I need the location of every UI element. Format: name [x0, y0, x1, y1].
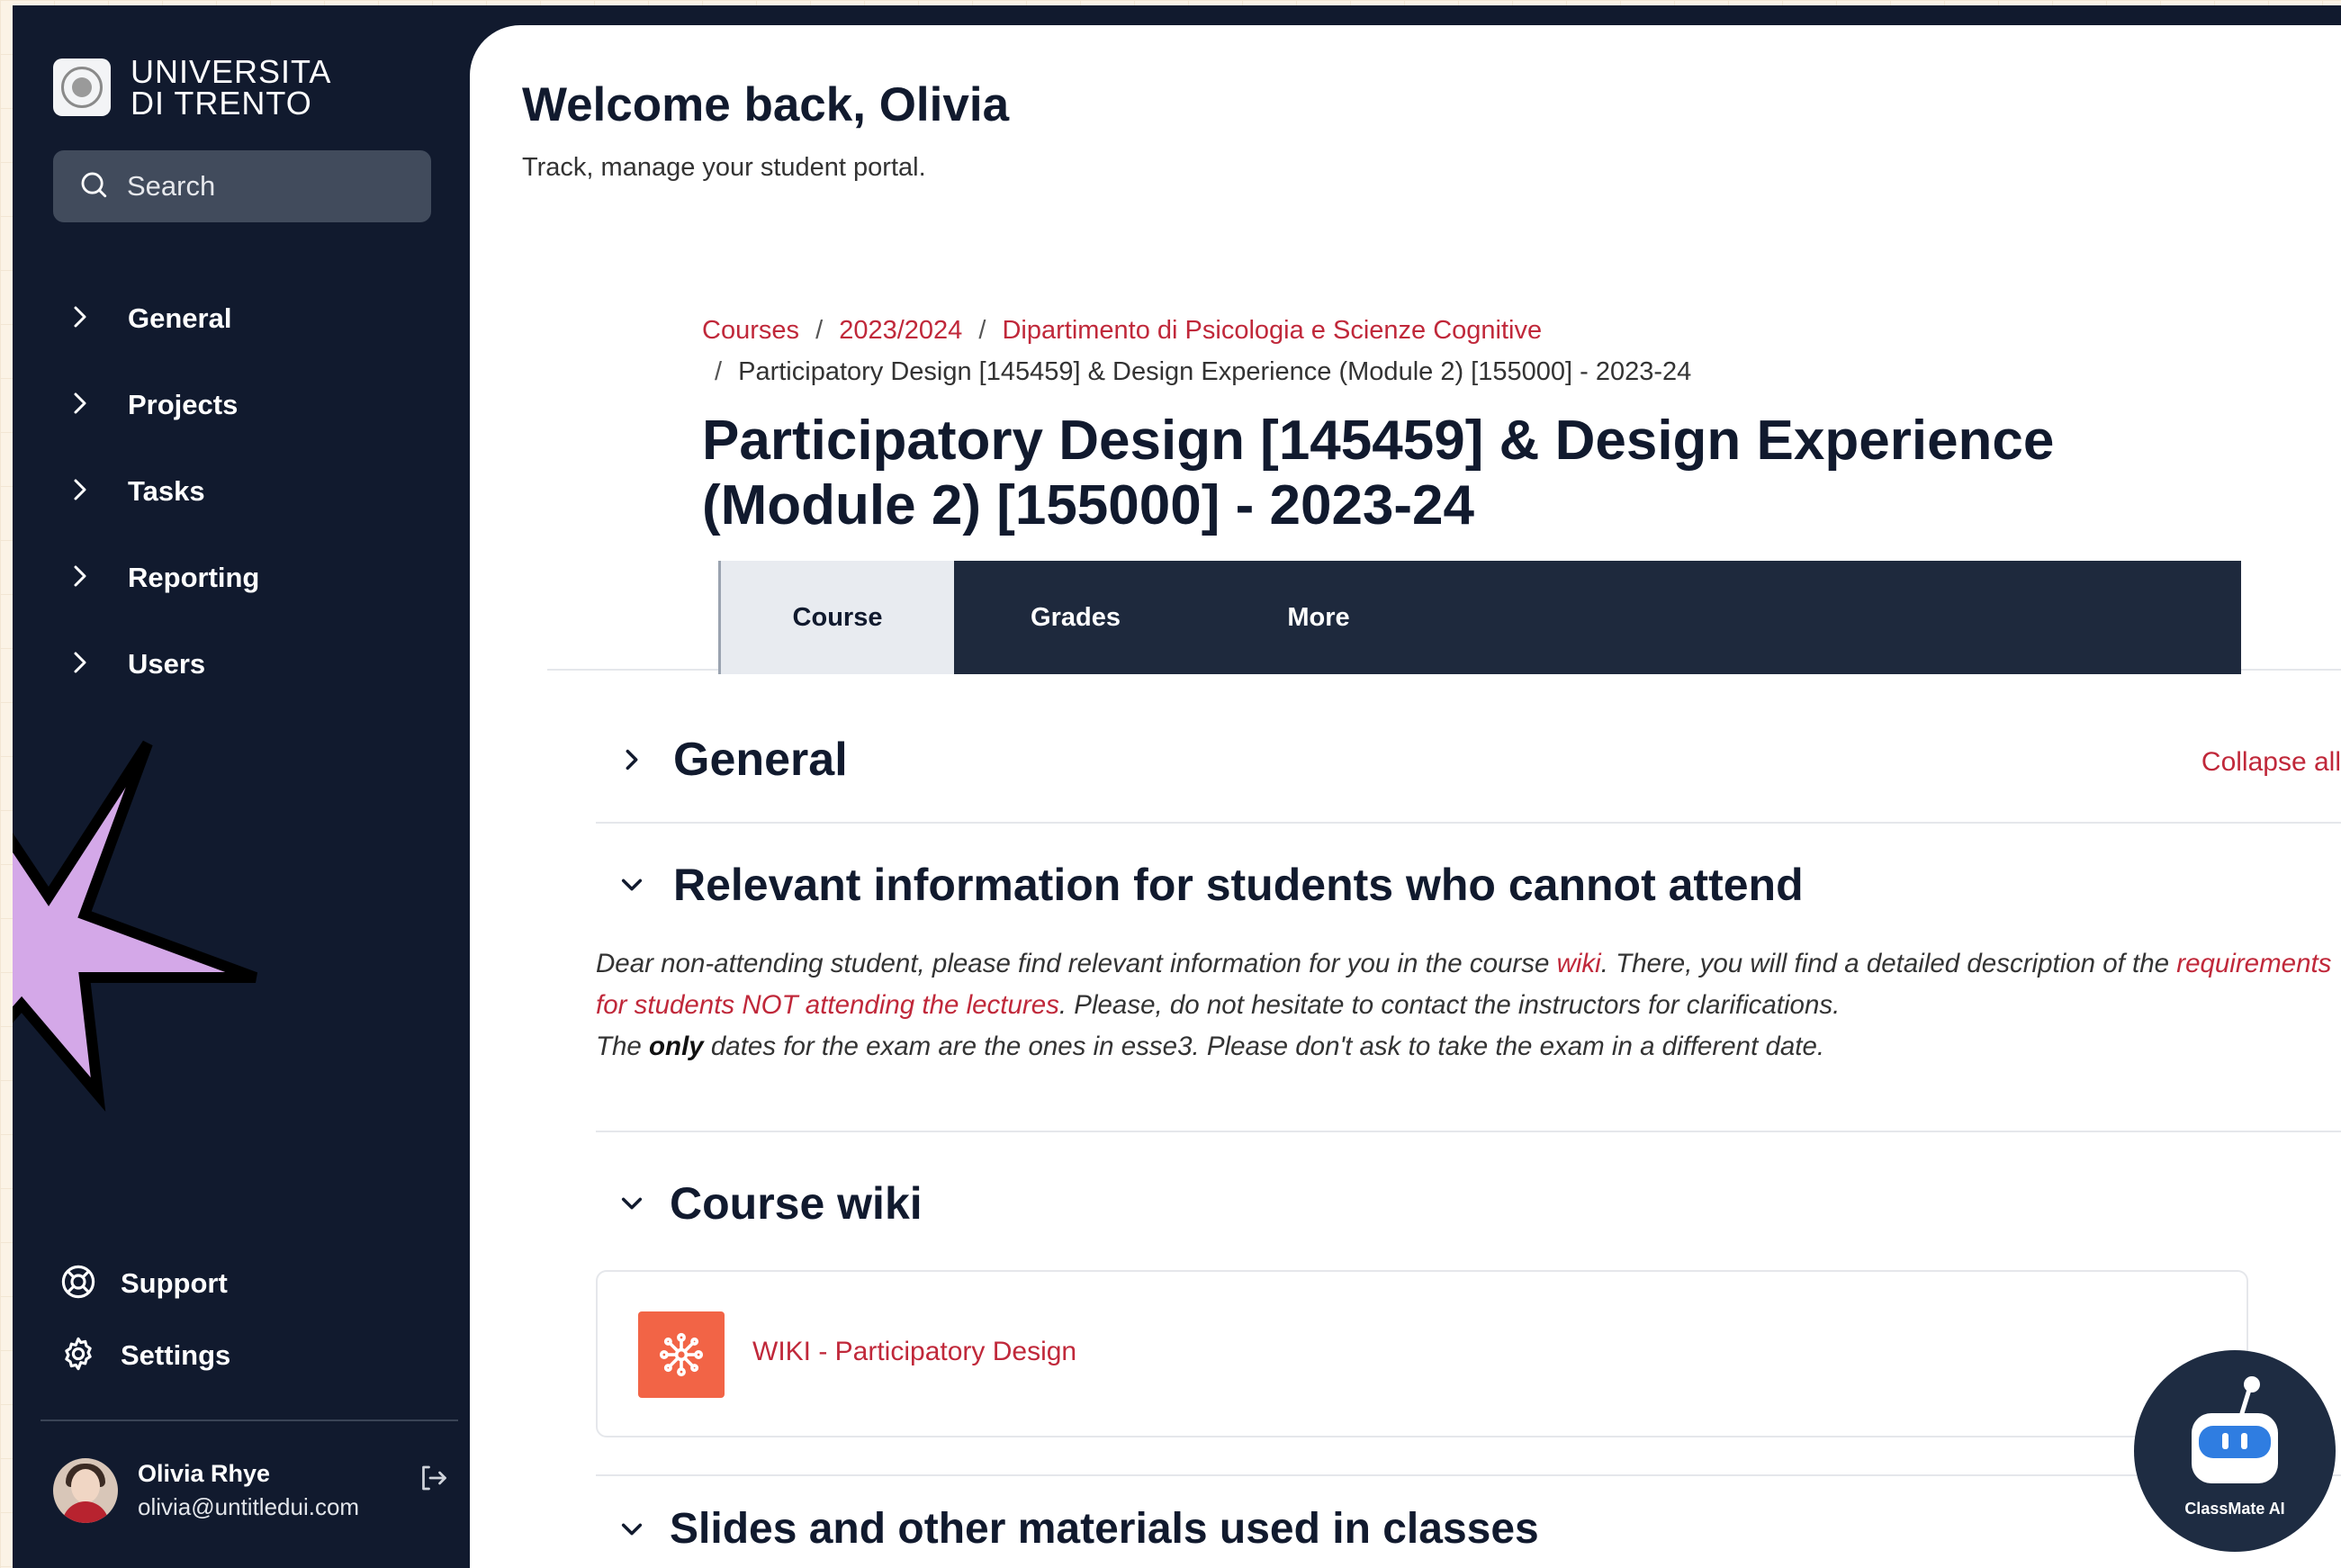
chevron-right-icon: [67, 303, 94, 335]
tab-grades[interactable]: Grades: [954, 561, 1197, 674]
section-slides-header[interactable]: Slides and other materials used in class…: [614, 1504, 1539, 1554]
text-fragment: . Please, do not hesitate to contact the…: [1058, 990, 1841, 1020]
breadcrumb-link-courses[interactable]: Courses: [702, 316, 799, 345]
lifebuoy-icon: [59, 1263, 97, 1305]
sidebar-item-label: Tasks: [128, 475, 205, 507]
university-seal-icon: [53, 59, 111, 116]
course-title: Participatory Design [145459] & Design E…: [702, 410, 2055, 536]
sidebar-item-label: Users: [128, 648, 206, 680]
text-fragment: . There, you will find a detailed descri…: [1600, 949, 2177, 978]
section-general-header[interactable]: General: [614, 733, 848, 787]
sidebar-item-reporting[interactable]: Reporting: [67, 535, 259, 621]
section-attend-header[interactable]: Relevant information for students who ca…: [614, 859, 1804, 911]
text-fragment: Dear non-attending student, please find …: [596, 949, 1557, 978]
section-title: Relevant information for students who ca…: [673, 860, 1804, 910]
section-wiki-header[interactable]: Course wiki: [614, 1177, 923, 1230]
section-title: Slides and other materials used in class…: [670, 1505, 1539, 1553]
sidebar: UNIVERSITA DI TRENTO General Projects Ta…: [13, 5, 470, 1568]
breadcrumb: Courses / 2023/2024 / Dipartimento di Ps…: [702, 310, 1691, 392]
app-frame: UNIVERSITA DI TRENTO General Projects Ta…: [13, 5, 2341, 1568]
chevron-right-icon: [67, 649, 94, 680]
classmate-ai-button[interactable]: ClassMate AI: [2134, 1350, 2336, 1552]
sidebar-item-label: General: [128, 302, 232, 334]
search-icon: [78, 169, 109, 204]
search-box[interactable]: [53, 150, 431, 222]
sidebar-item-settings[interactable]: Settings: [59, 1320, 230, 1392]
robot-icon: [2192, 1376, 2278, 1483]
user-name: Olivia Rhye: [138, 1460, 271, 1487]
sidebar-item-label: Settings: [121, 1339, 231, 1371]
breadcrumb-current: Participatory Design [145459] & Design E…: [738, 357, 1692, 386]
tab-more[interactable]: More: [1197, 561, 1440, 674]
logo-line-2: DI TRENTO: [131, 85, 312, 122]
section-divider: [596, 822, 2341, 824]
page-subtitle: Track, manage your student portal.: [522, 153, 926, 182]
breadcrumb-link-department[interactable]: Dipartimento di Psicologia e Scienze Cog…: [1002, 316, 1542, 345]
university-logo[interactable]: UNIVERSITA DI TRENTO: [53, 53, 332, 122]
avatar[interactable]: [53, 1458, 118, 1523]
attend-info-text: Dear non-attending student, please find …: [596, 943, 2333, 1068]
text-fragment: dates for the exam are the ones in esse3…: [703, 1032, 1825, 1061]
page-title: Welcome back, Olivia: [522, 78, 1010, 131]
breadcrumb-separator: /: [715, 357, 723, 386]
sidebar-item-support[interactable]: Support: [59, 1248, 230, 1320]
breadcrumb-separator: /: [978, 316, 986, 345]
breadcrumb-separator: /: [815, 316, 824, 345]
sidebar-item-label: Support: [121, 1267, 228, 1299]
section-title: Course wiki: [670, 1178, 923, 1229]
sidebar-divider: [41, 1419, 458, 1421]
section-title: General: [673, 734, 848, 786]
chevron-right-icon: [67, 390, 94, 421]
user-profile[interactable]: Olivia Rhye olivia@untitledui.com: [53, 1458, 449, 1523]
breadcrumb-link-year[interactable]: 2023/2024: [839, 316, 962, 345]
course-tabs: Course Grades More: [718, 561, 2241, 674]
sidebar-item-label: Projects: [128, 389, 239, 420]
collapse-all-link[interactable]: Collapse all: [2201, 747, 2341, 778]
starburst-decoration: [13, 740, 258, 1112]
wiki-network-icon: [638, 1311, 725, 1398]
tab-course[interactable]: Course: [718, 561, 954, 674]
section-divider: [596, 1474, 2341, 1476]
main-content: Welcome back, Olivia Track, manage your …: [470, 25, 2341, 1568]
wiki-link[interactable]: wiki: [1557, 949, 1601, 978]
classmate-ai-label: ClassMate AI: [2184, 1500, 2285, 1518]
chevron-down-icon: [614, 1517, 650, 1542]
wiki-activity-card[interactable]: WIKI - Participatory Design: [596, 1270, 2248, 1437]
gear-icon: [59, 1335, 97, 1377]
wiki-item-link[interactable]: WIKI - Participatory Design: [752, 1337, 1076, 1367]
text-fragment: The: [596, 1032, 650, 1061]
sidebar-item-tasks[interactable]: Tasks: [67, 448, 259, 535]
chevron-right-icon: [614, 747, 650, 772]
attend-paragraph-2: The only dates for the exam are the ones…: [596, 1026, 2333, 1068]
user-email: olivia@untitledui.com: [138, 1493, 360, 1520]
section-divider: [596, 1131, 2341, 1132]
sidebar-nav: General Projects Tasks Reporting Users: [67, 275, 259, 707]
chevron-down-icon: [614, 872, 650, 897]
attend-paragraph-1: Dear non-attending student, please find …: [596, 943, 2333, 1026]
logo-line-1: UNIVERSITA: [131, 53, 332, 90]
sidebar-item-general[interactable]: General: [67, 275, 259, 362]
chevron-right-icon: [67, 563, 94, 594]
logout-icon[interactable]: [417, 1462, 449, 1499]
chevron-down-icon: [614, 1191, 650, 1216]
search-input[interactable]: [125, 169, 426, 203]
text-emphasis: only: [649, 1032, 704, 1061]
chevron-right-icon: [67, 476, 94, 508]
sidebar-item-label: Reporting: [128, 562, 260, 593]
sidebar-item-projects[interactable]: Projects: [67, 362, 259, 448]
user-info: Olivia Rhye olivia@untitledui.com: [138, 1460, 359, 1521]
sidebar-bottom-nav: Support Settings: [59, 1248, 230, 1392]
sidebar-item-users[interactable]: Users: [67, 621, 259, 707]
logo-text: UNIVERSITA DI TRENTO: [131, 53, 332, 122]
